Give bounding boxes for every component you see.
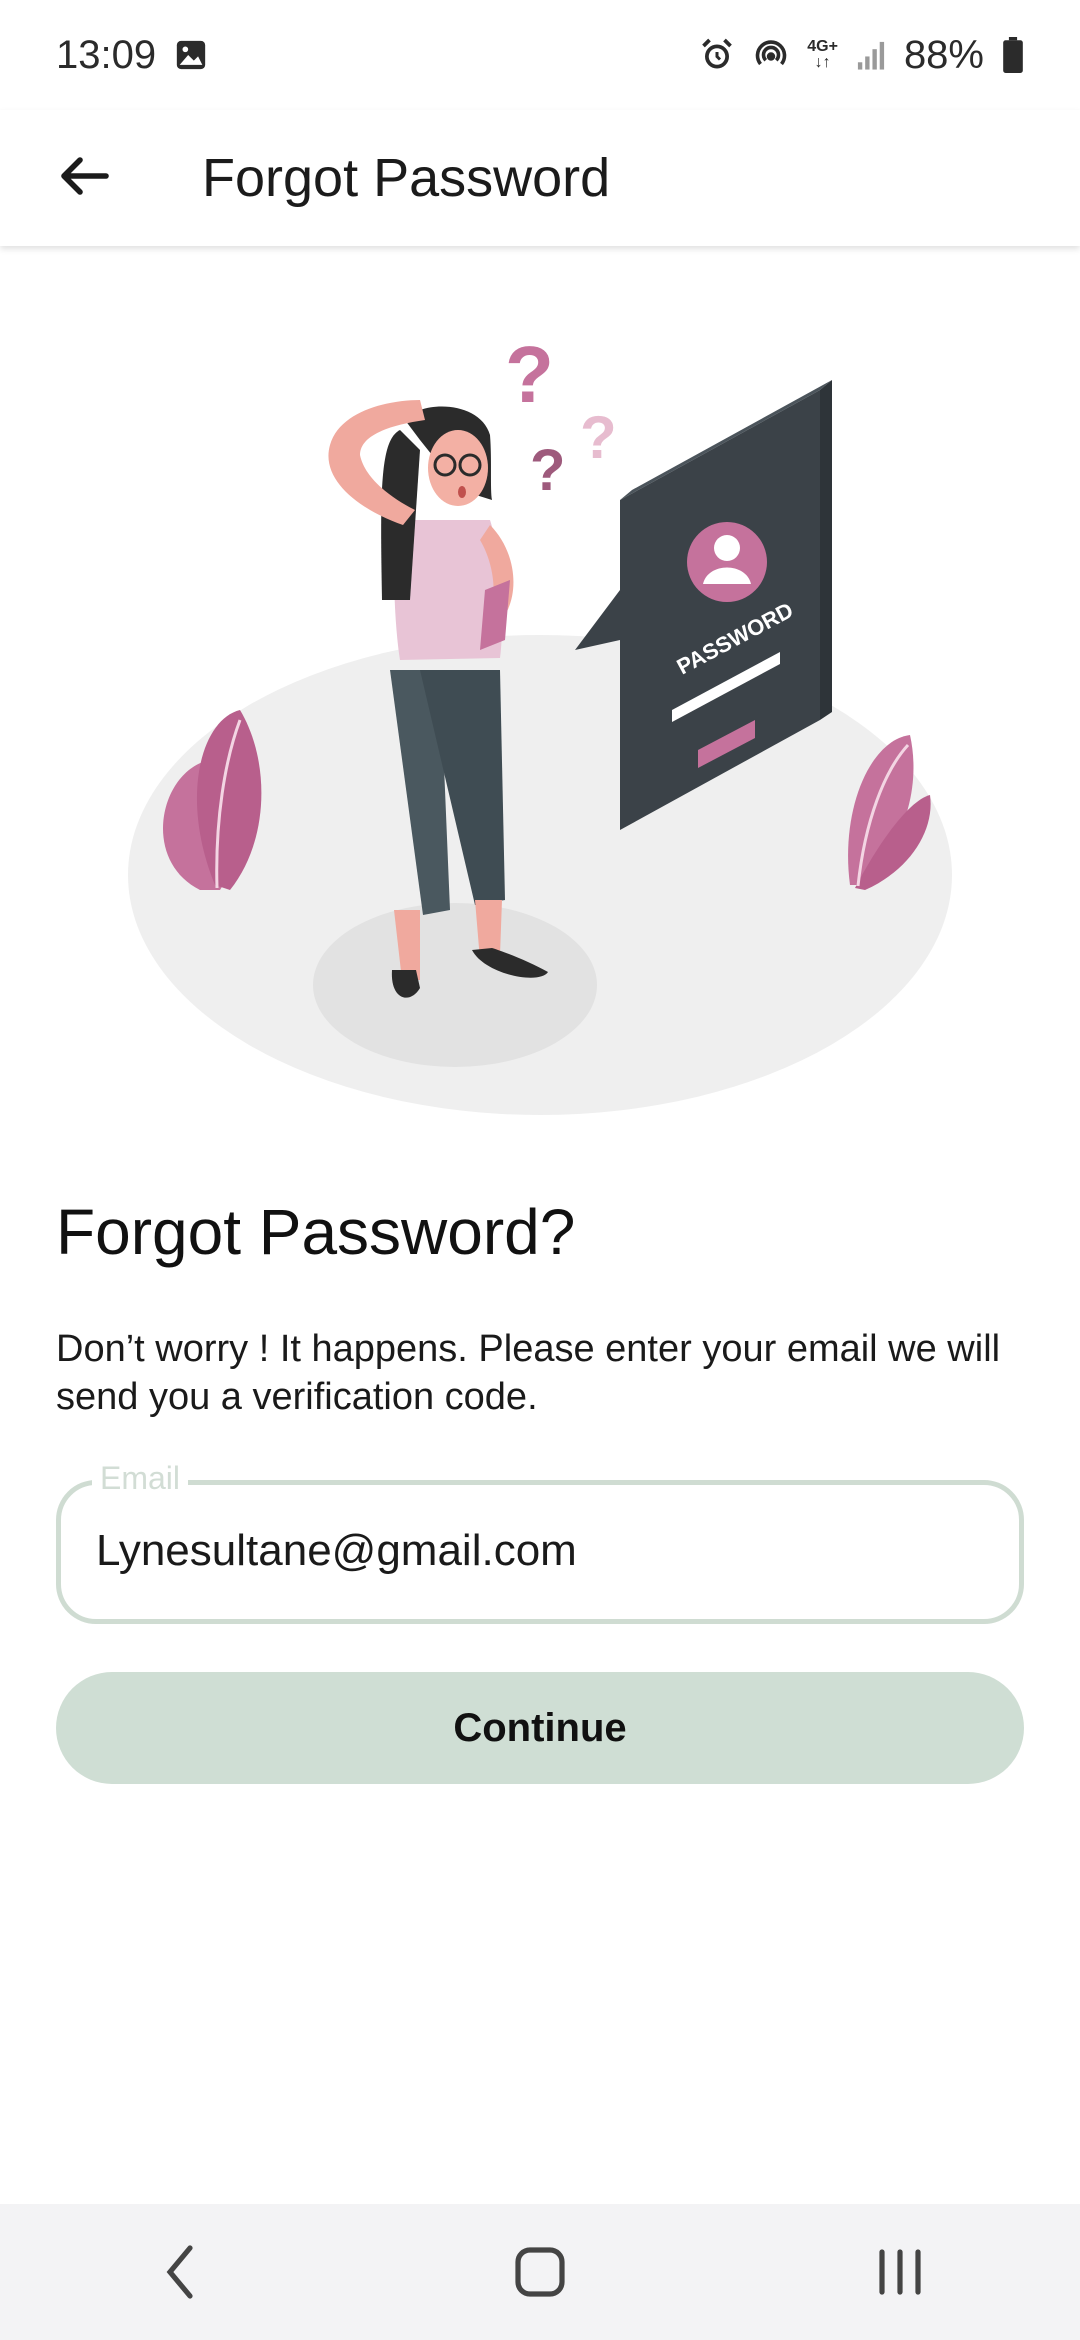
image-icon: [174, 38, 208, 72]
signal-icon: [856, 39, 886, 71]
data-arrows-icon: ↓↑: [814, 54, 831, 71]
question-mark-icon: ?: [530, 438, 565, 503]
network-4g-icon: 4G+ ↓↑: [807, 39, 838, 71]
nav-recents-button[interactable]: [840, 2222, 960, 2322]
system-nav-bar: [0, 2204, 1080, 2340]
alarm-icon: [699, 37, 735, 73]
heading: Forgot Password?: [56, 1196, 576, 1268]
home-nav-icon: [515, 2247, 565, 2297]
forgot-password-illustration: ? ? ? PASSWORD: [128, 340, 952, 1115]
description: Don’t worry ! It happens. Please enter y…: [56, 1328, 1001, 1418]
email-field[interactable]: Email: [56, 1460, 1024, 1624]
arrow-left-icon: [61, 157, 109, 195]
network-label: 4G+: [807, 38, 838, 55]
battery-percent: 88%: [903, 32, 984, 77]
recents-nav-icon: [879, 2249, 921, 2295]
email-input[interactable]: [96, 1516, 976, 1586]
battery-icon: [1002, 37, 1024, 73]
nav-back-button[interactable]: [120, 2222, 240, 2322]
status-time: 13:09: [56, 32, 157, 77]
status-bar: 13:09 4G+ ↓↑ 88%: [0, 0, 1080, 110]
status-left: 13:09: [56, 33, 208, 78]
status-right: 4G+ ↓↑ 88%: [699, 33, 1024, 78]
hotspot-icon: [753, 37, 789, 73]
nav-home-button[interactable]: [480, 2222, 600, 2322]
email-label: Email: [92, 1460, 189, 1497]
page-title: Forgot Password: [202, 148, 611, 208]
question-mark-icon: ?: [505, 340, 554, 419]
back-nav-icon: [166, 2245, 193, 2299]
app-bar: Forgot Password: [0, 110, 1080, 246]
back-button[interactable]: [52, 144, 116, 208]
question-mark-icon: ?: [580, 404, 617, 471]
continue-button[interactable]: Continue: [56, 1672, 1024, 1784]
